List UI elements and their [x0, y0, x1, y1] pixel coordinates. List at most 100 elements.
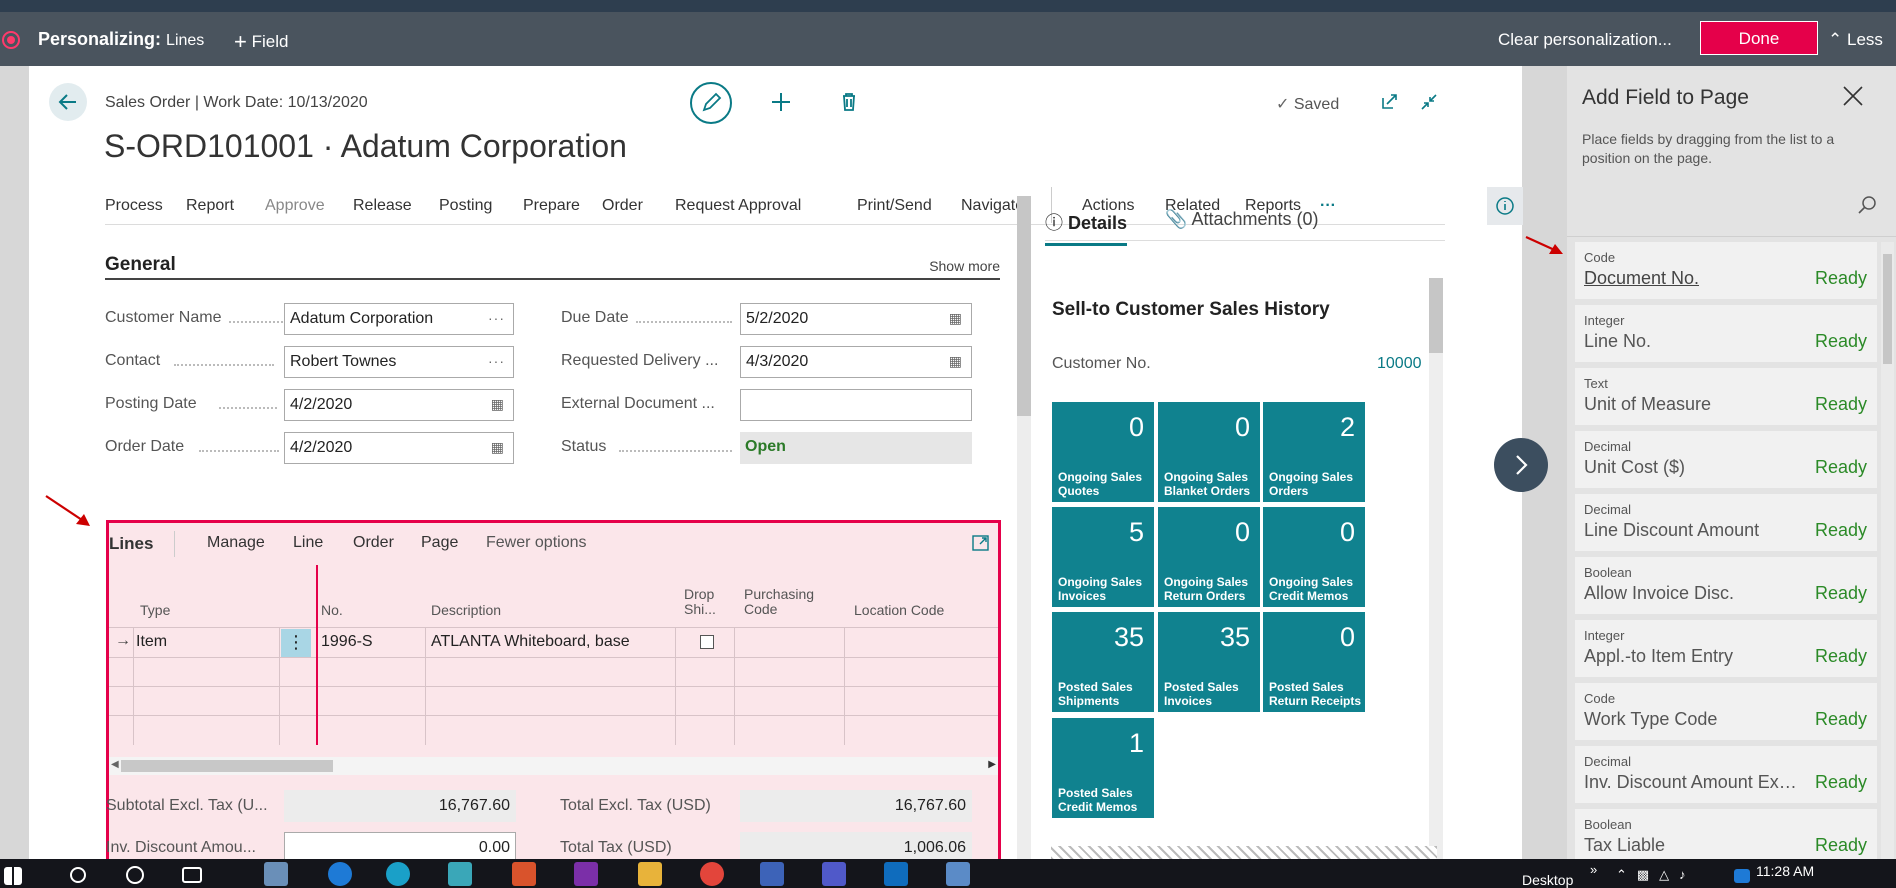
action-request-approval[interactable]: Request Approval [675, 197, 801, 215]
panel-scrollbar[interactable] [1881, 242, 1894, 859]
posting-date-field[interactable]: 4/2/2020 ▦ [284, 389, 514, 421]
next-record-button[interactable] [1494, 438, 1548, 492]
cue-tile[interactable]: 0 Ongoing Sales Blanket Orders [1158, 402, 1260, 502]
calendar-icon[interactable]: ▦ [491, 396, 505, 413]
general-title[interactable]: General [105, 254, 176, 276]
calendar-icon[interactable]: ▦ [949, 310, 963, 327]
scrollbar-thumb[interactable] [1017, 196, 1031, 416]
column-header-description[interactable]: Description [431, 603, 501, 618]
column-header-location-code[interactable]: Location Code [854, 603, 944, 618]
scrollbar-thumb[interactable] [1429, 278, 1443, 353]
requested-delivery-field[interactable]: 4/3/2020 ▦ [740, 346, 972, 378]
field-card[interactable]: Decimal Unit Cost ($) Ready [1575, 431, 1877, 488]
onenote-icon[interactable] [574, 862, 598, 886]
lines-menu-line[interactable]: Line [293, 534, 323, 552]
scroll-left-icon[interactable]: ◀ [111, 759, 119, 770]
tab-details[interactable]: ⓘ Details [1045, 209, 1128, 246]
lines-part[interactable]: Lines Manage Line Order Page Fewer optio… [106, 520, 1001, 864]
action-navigate[interactable]: Navigate [961, 197, 1024, 215]
line-description-cell[interactable]: ATLANTA Whiteboard, base [431, 633, 630, 651]
cue-tile[interactable]: 35 Posted Sales Invoices [1158, 612, 1260, 712]
back-button[interactable] [49, 83, 87, 121]
open-new-window-icon[interactable] [1379, 92, 1399, 112]
internet-explorer-icon[interactable] [328, 862, 352, 886]
action-release[interactable]: Release [353, 197, 412, 215]
chevron-right-icon[interactable]: » [1590, 862, 1597, 877]
calendar-icon[interactable]: ▦ [949, 353, 963, 370]
external-document-field[interactable] [740, 389, 972, 421]
delete-button[interactable] [833, 86, 865, 118]
info-button[interactable] [1487, 187, 1523, 225]
column-header-no[interactable]: No. [321, 603, 343, 618]
search-icon[interactable] [1856, 194, 1878, 216]
cue-tile[interactable]: 0 Posted Sales Return Receipts [1263, 612, 1365, 712]
field-card[interactable]: Decimal Inv. Discount Amount Excl... Ready [1575, 746, 1877, 803]
freeze-pane-line[interactable] [316, 565, 318, 745]
desktop-toolbar-label[interactable]: Desktop [1522, 872, 1573, 888]
lines-title[interactable]: Lines [109, 534, 153, 554]
lookup-ellipsis-icon[interactable]: ··· [488, 310, 505, 326]
contact-field[interactable]: Robert Townes ··· [284, 346, 514, 378]
field-card[interactable]: Boolean Tax Liable Ready [1575, 809, 1877, 859]
field-card[interactable]: Integer Line No. Ready [1575, 305, 1877, 362]
field-card[interactable]: Decimal Line Discount Amount Ready [1575, 494, 1877, 551]
customer-name-field[interactable]: Adatum Corporation ··· [284, 303, 514, 335]
scrollbar-thumb[interactable] [121, 760, 333, 772]
taskbar-clock[interactable]: 11:28 AM [1756, 863, 1814, 879]
due-date-field[interactable]: 5/2/2020 ▦ [740, 303, 972, 335]
action-report[interactable]: Report [186, 197, 234, 215]
close-icon[interactable] [1841, 84, 1865, 108]
column-header-drop-ship[interactable]: Drop Shi... [684, 587, 724, 617]
field-card[interactable]: Code Work Type Code Ready [1575, 683, 1877, 740]
column-header-purchasing-code[interactable]: Purchasing Code [744, 587, 824, 617]
outlook-icon[interactable] [884, 862, 908, 886]
action-print-send[interactable]: Print/Send [857, 197, 932, 215]
line-type-cell[interactable]: Item [136, 633, 167, 651]
app-icon[interactable] [946, 862, 970, 886]
calendar-icon[interactable]: ▦ [491, 439, 505, 456]
cue-tile[interactable]: 0 Ongoing Sales Return Orders [1158, 507, 1260, 607]
action-prepare[interactable]: Prepare [523, 197, 580, 215]
action-posting[interactable]: Posting [439, 197, 492, 215]
action-approve[interactable]: Approve [265, 197, 325, 215]
cortana-icon[interactable] [126, 866, 144, 884]
clear-personalization-button[interactable]: Clear personalization... [1498, 30, 1672, 50]
onedrive-icon[interactable] [1734, 869, 1750, 883]
app-icon[interactable] [264, 862, 288, 886]
lookup-ellipsis-icon[interactable]: ··· [488, 353, 505, 369]
show-more-link[interactable]: Show more [929, 258, 1000, 274]
done-button[interactable]: Done [1700, 21, 1818, 55]
search-icon[interactable] [70, 867, 86, 883]
cue-tile[interactable]: 35 Posted Sales Shipments [1052, 612, 1154, 712]
customer-no-link[interactable]: 10000 [1377, 355, 1422, 373]
scrollbar-thumb[interactable] [1883, 254, 1892, 364]
line-no-cell[interactable]: 1996-S [321, 633, 373, 651]
horizontal-scrollbar[interactable]: ◀ ▶ [109, 757, 998, 775]
app-icon[interactable] [512, 862, 536, 886]
field-card[interactable]: Text Unit of Measure Ready [1575, 368, 1877, 425]
new-button[interactable] [765, 86, 797, 118]
add-field-button[interactable]: + Field [234, 29, 288, 55]
cue-tile[interactable]: 2 Ongoing Sales Orders [1263, 402, 1365, 502]
less-button[interactable]: ⌃ Less [1828, 30, 1883, 50]
cue-tile[interactable]: 0 Ongoing Sales Credit Memos [1263, 507, 1365, 607]
task-view-icon[interactable] [182, 867, 202, 883]
field-card[interactable]: Integer Appl.-to Item Entry Ready [1575, 620, 1877, 677]
content-scrollbar[interactable] [1017, 196, 1031, 859]
system-tray-icon[interactable]: ⌃▩△♪ [1616, 867, 1696, 883]
field-card[interactable]: Code Document No. Ready [1575, 242, 1877, 299]
cue-tile[interactable]: 0 Ongoing Sales Quotes [1052, 402, 1154, 502]
tab-attachments[interactable]: 📎 Attachments (0) [1165, 209, 1318, 230]
app-icon[interactable] [760, 862, 784, 886]
chrome-icon[interactable] [700, 862, 724, 886]
teams-icon[interactable] [822, 862, 846, 886]
lines-menu-order[interactable]: Order [353, 534, 394, 552]
field-card[interactable]: Boolean Allow Invoice Disc. Ready [1575, 557, 1877, 614]
lines-menu-manage[interactable]: Manage [207, 534, 265, 552]
app-icon[interactable] [448, 862, 472, 886]
edge-icon[interactable] [386, 862, 410, 886]
expand-icon[interactable] [971, 533, 991, 553]
cue-tile[interactable]: 5 Ongoing Sales Invoices [1052, 507, 1154, 607]
column-header-type[interactable]: Type [140, 603, 170, 618]
lines-menu-fewer-options[interactable]: Fewer options [486, 534, 587, 552]
